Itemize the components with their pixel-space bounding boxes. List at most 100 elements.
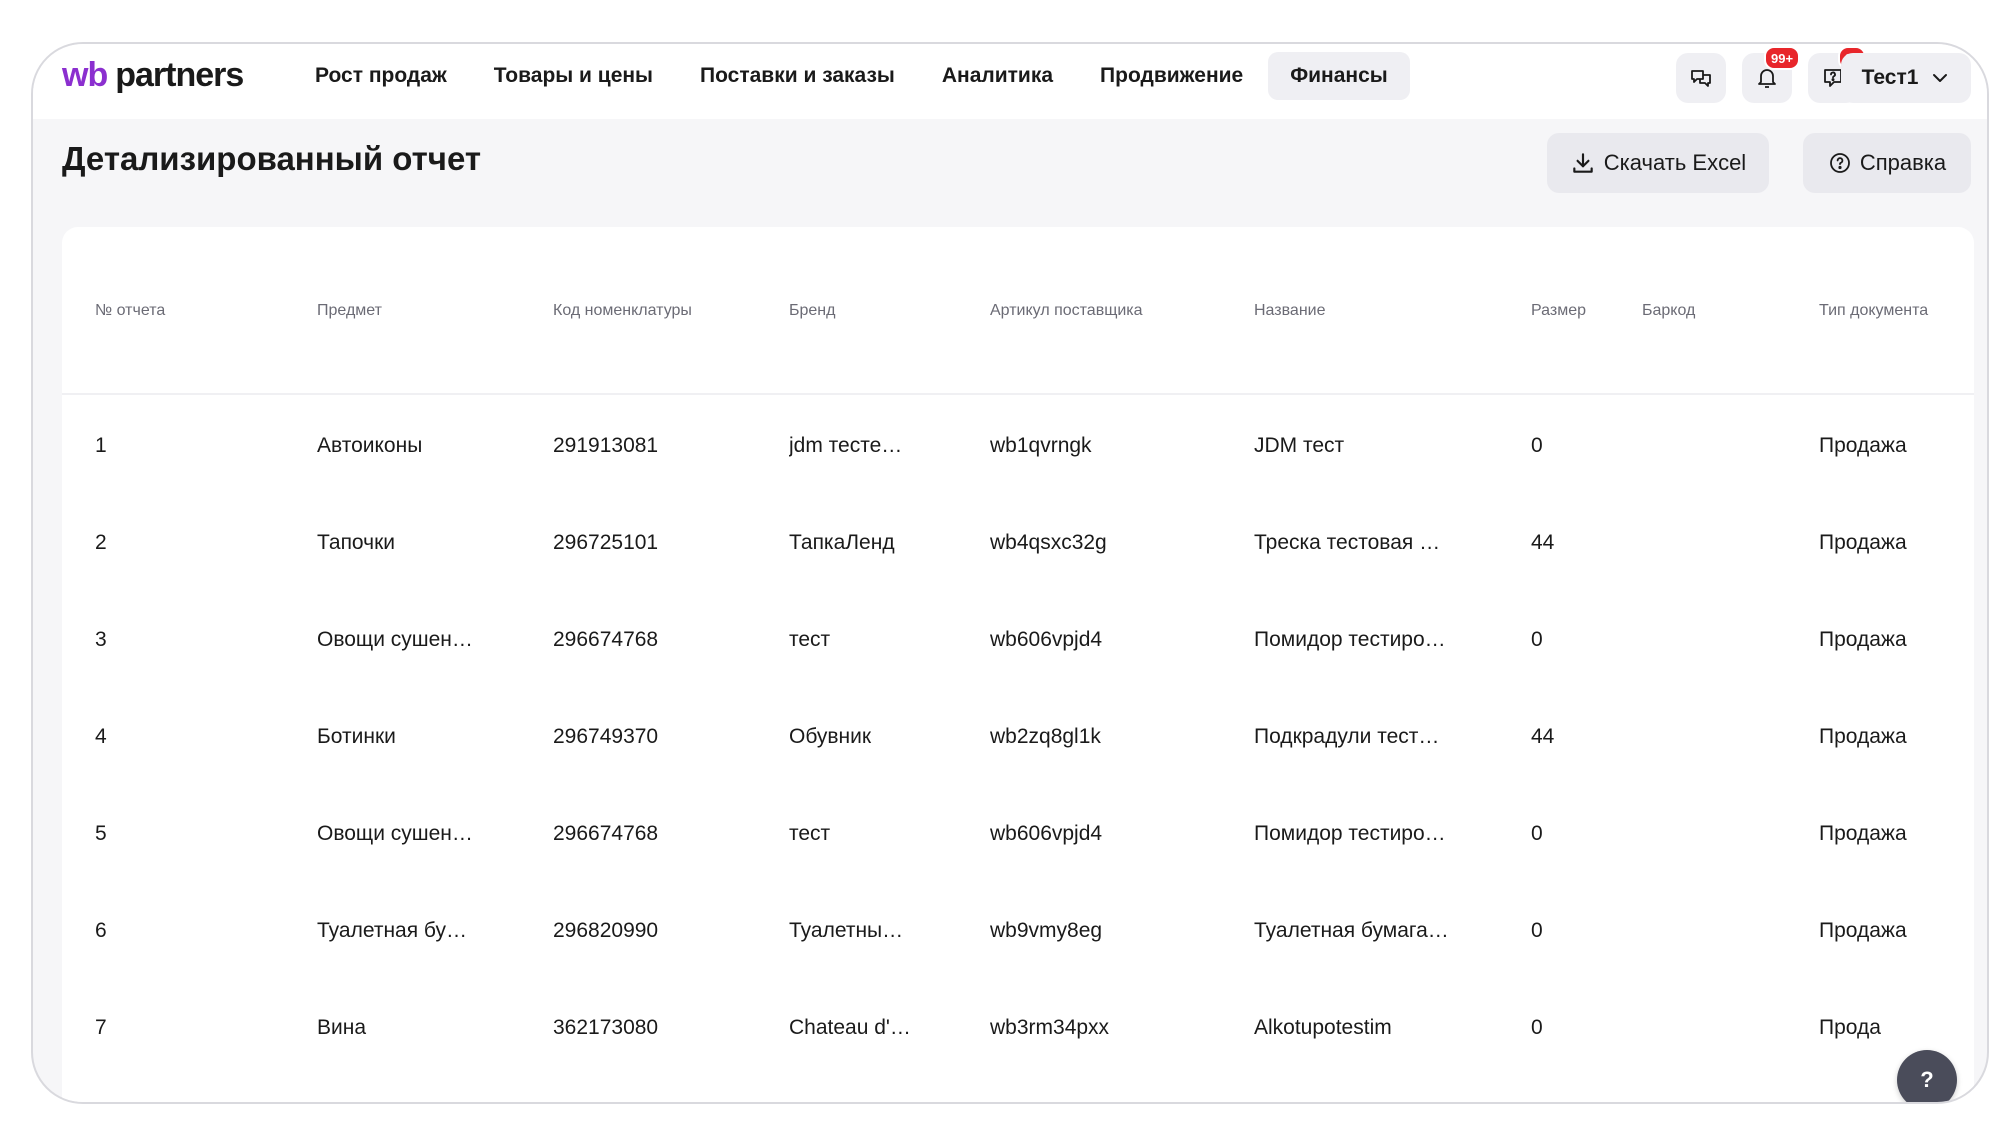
cell-brand: тест [789,627,831,651]
table-row[interactable]: 6 Туалетная бу… 296820990 Туалетны… wb9vmy8e… [62,882,1974,979]
user-name: Тест1 [1861,66,1919,89]
cell-nomenclature-code: 296820990 [553,918,659,942]
app-window: wb partners Рост продаж Товары и цены Пос… [31,42,1989,1104]
cell-subject: Ботинки [317,724,396,748]
nav-item-goods-prices[interactable]: Товары и цены [472,52,675,100]
cell-subject: Тапочки [317,530,396,554]
top-navigation-bar: wb partners Рост продаж Товары и цены Пос… [33,44,1987,119]
cell-size: 0 [1531,433,1543,457]
column-header-subject[interactable]: Предмет [317,227,382,393]
cell-document-type: Продажа [1819,433,1907,457]
cell-barcode [1642,785,1808,882]
cell-document-type: Продажа [1819,627,1907,651]
nav-item-sales-growth[interactable]: Рост продаж [293,52,469,100]
notifications-button[interactable]: 99+ [1742,46,1801,103]
cell-supplier-article: wb606vpjd4 [990,821,1103,845]
chevron-down-icon [1933,74,1948,82]
cell-document-type: Продажа [1819,918,1907,942]
wb-partners-logo[interactable]: wb partners [62,56,244,95]
column-header-nomenclature-code[interactable]: Код номенклатуры [553,227,692,393]
cell-nomenclature-code: 362173080 [553,1015,659,1039]
column-header-document-type[interactable]: Тип документа [1819,227,1929,393]
table-row[interactable]: 2 Тапочки 296725101 ТапкаЛенд wb4qsxc32g Трес… [62,494,1974,591]
cell-supplier-article: wb4qsxc32g [990,530,1107,554]
cell-barcode [1642,688,1808,785]
cell-barcode [1642,494,1808,591]
column-header-supplier-article[interactable]: Артикул поставщика [990,227,1143,393]
cell-brand: jdm тесте… [789,433,903,457]
cell-nomenclature-code: 291913081 [553,433,659,457]
cell-report-number: 5 [95,821,107,845]
cell-name: Треска тестовая … [1254,530,1441,554]
cell-name: Помидор тестиро… [1254,627,1446,651]
table-row[interactable]: 4 Ботинки 296749370 Обувник wb2zq8gl1k Подкра… [62,688,1974,785]
chat-button[interactable] [1676,53,1726,103]
help-label: Справка [1859,150,1947,175]
table-row[interactable]: 3 Овощи сушен… 296674768 тест wb606vpjd4 Поми… [62,591,1974,688]
cell-nomenclature-code: 296749370 [553,724,659,748]
cell-subject: Вина [317,1015,367,1039]
cell-report-number: 6 [95,918,107,942]
cell-supplier-article: wb606vpjd4 [990,627,1103,651]
download-icon [1573,153,1593,173]
help-circle-icon [1829,153,1850,173]
column-header-size[interactable]: Размер [1531,227,1586,393]
cell-supplier-article: wb3rm34pxx [990,1015,1110,1039]
table-row[interactable]: 1 Автоиконы 291913081 jdm тесте… wb1qvrngk JD… [62,397,1974,494]
cell-size: 0 [1531,821,1543,845]
cell-document-type: Продажа [1819,821,1907,845]
cell-size: 0 [1531,918,1543,942]
cell-brand: Туалетны… [789,918,904,942]
cell-brand: ТапкаЛенд [789,530,895,554]
table-row[interactable]: 7 Вина 362173080 Chateau d'… wb3rm34pxx Alkot… [62,979,1974,1076]
cell-nomenclature-code: 296674768 [553,821,659,845]
report-table: № отчета Предмет Код номенклатуры Бренд … [62,227,1974,1102]
help-button[interactable]: Справка [1803,133,1971,193]
column-header-report-number[interactable]: № отчета [95,227,165,393]
nav-item-finance[interactable]: Финансы [1268,52,1410,100]
cell-subject: Автоиконы [317,433,423,457]
cell-name: Туалетная бумага… [1254,918,1449,942]
cell-name: Alkotupotestim [1254,1015,1392,1039]
cell-barcode [1642,591,1808,688]
user-menu-button[interactable]: Тест1 [1841,53,1971,103]
cell-barcode [1642,979,1808,1076]
notifications-badge: 99+ [1764,46,1801,70]
cell-document-type: Продажа [1819,530,1907,554]
logo-partners: partners [115,56,244,94]
help-chat-fab[interactable]: ? [1897,1050,1957,1102]
main-nav: Рост продаж Товары и цены Поставки и зак… [293,52,1413,100]
table-row[interactable]: 5 Овощи сушен… 296674768 тест wb606vpjd4 Поми… [62,785,1974,882]
download-excel-button[interactable]: Скачать Excel [1547,133,1769,193]
cell-size: 44 [1531,530,1555,554]
cell-subject: Овощи сушен… [317,821,473,845]
column-header-barcode[interactable]: Баркод [1642,227,1695,393]
column-header-name[interactable]: Название [1254,227,1326,393]
logo-wb: wb [62,56,108,94]
cell-nomenclature-code: 296674768 [553,627,659,651]
cell-document-type: Продажа [1819,724,1907,748]
cell-report-number: 4 [95,724,107,748]
cell-brand: Обувник [789,724,872,748]
cell-supplier-article: wb1qvrngk [990,433,1092,457]
nav-item-supplies-orders[interactable]: Поставки и заказы [678,52,917,100]
column-header-brand[interactable]: Бренд [789,227,835,393]
cell-subject: Овощи сушен… [317,627,473,651]
cell-name: JDM тест [1254,433,1345,457]
cell-subject: Туалетная бу… [317,918,467,942]
cell-size: 0 [1531,1015,1543,1039]
cell-brand: тест [789,821,831,845]
cell-report-number: 7 [95,1015,107,1039]
cell-barcode [1642,397,1808,494]
cell-name: Подкрадули тест… [1254,724,1440,748]
cell-supplier-article: wb2zq8gl1k [990,724,1101,748]
cell-size: 44 [1531,724,1555,748]
chat-icon [1691,70,1711,87]
page-title: Детализированный отчет [62,140,482,177]
cell-barcode [1642,882,1808,979]
cell-supplier-article: wb9vmy8eg [990,918,1103,942]
nav-item-analytics[interactable]: Аналитика [920,52,1075,100]
nav-item-promotion[interactable]: Продвижение [1078,52,1265,100]
cell-brand: Chateau d'… [789,1015,911,1039]
cell-nomenclature-code: 296725101 [553,530,659,554]
